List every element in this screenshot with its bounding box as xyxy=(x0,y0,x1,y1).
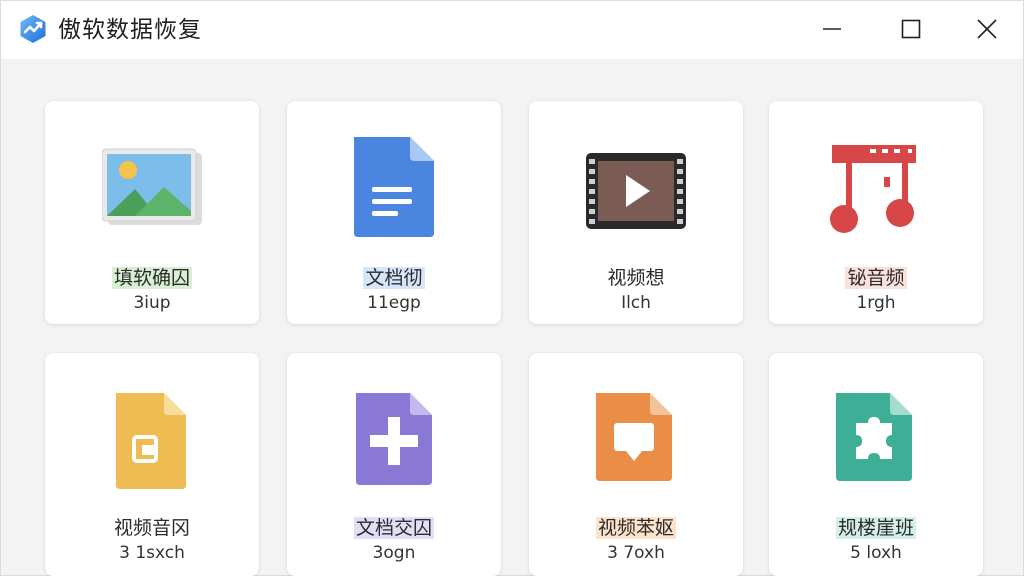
image-icon xyxy=(102,148,202,225)
maximize-icon xyxy=(901,19,921,39)
file-type-card-presentation[interactable]: 视频苯妪 3 7oxh xyxy=(529,353,743,576)
file-type-card-document[interactable]: 文档彻 11egp xyxy=(287,101,501,324)
card-count: 3 7oxh xyxy=(607,543,665,563)
card-count: 1rgh xyxy=(856,293,896,313)
file-type-card-archive[interactable]: 视频音冈 3 1sxch xyxy=(45,353,259,576)
card-label: 铋音频 xyxy=(845,267,907,289)
minimize-icon xyxy=(823,28,841,30)
app-logo-icon xyxy=(20,15,46,43)
card-label: 填软确囚 xyxy=(111,267,192,289)
archive-icon xyxy=(116,393,186,489)
card-count: 5 loxh xyxy=(850,543,902,563)
title-bar: 傲软数据恢复 xyxy=(1,1,1023,59)
close-button[interactable] xyxy=(965,9,1009,49)
card-label: 文档彻 xyxy=(363,267,425,289)
file-type-card-image[interactable]: 填软确囚 3iup xyxy=(45,101,259,324)
puzzle-icon xyxy=(836,393,912,481)
card-count: Ilch xyxy=(621,293,651,313)
file-type-card-audio[interactable]: 铋音频 1rgh xyxy=(769,101,983,324)
video-icon xyxy=(586,153,686,229)
card-label: 视频音冈 xyxy=(113,517,190,539)
card-label: 文档交囚 xyxy=(353,517,434,539)
card-count: 11egp xyxy=(367,293,421,313)
card-label: 视频苯妪 xyxy=(595,517,676,539)
presentation-icon xyxy=(596,393,672,481)
app-window: 傲软数据恢复 填软确囚 3iup 文档彻 11egp 视频想 Ilch 铋音频 … xyxy=(0,0,1024,576)
file-type-card-other[interactable]: 文档交囚 3ogn xyxy=(287,353,501,576)
close-icon xyxy=(977,19,997,39)
card-count: 3iup xyxy=(133,293,171,313)
document-icon xyxy=(354,137,434,237)
file-type-card-video[interactable]: 视频想 Ilch xyxy=(529,101,743,324)
maximize-button[interactable] xyxy=(889,9,933,49)
card-count: 3ogn xyxy=(372,543,416,563)
other-file-icon xyxy=(356,393,432,485)
card-label: 视频想 xyxy=(607,267,665,289)
music-icon xyxy=(830,145,916,233)
card-label: 规楼崖班 xyxy=(835,517,916,539)
minimize-button[interactable] xyxy=(810,9,854,49)
card-count: 3 1sxch xyxy=(119,543,185,563)
file-type-card-puzzle[interactable]: 规楼崖班 5 loxh xyxy=(769,353,983,576)
app-title: 傲软数据恢复 xyxy=(58,17,202,43)
